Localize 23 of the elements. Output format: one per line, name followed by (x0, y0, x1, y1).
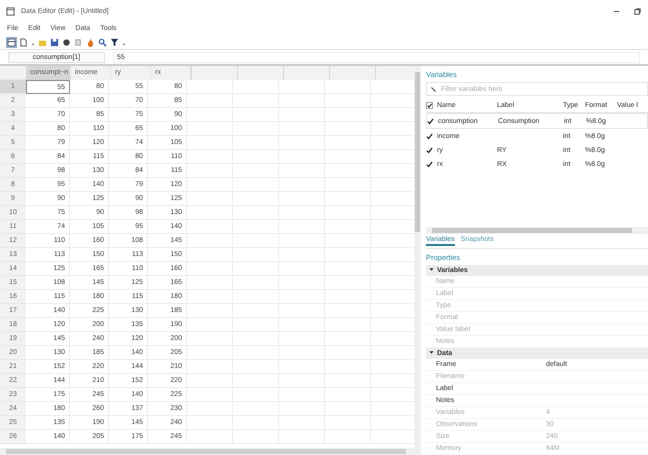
empty-cell[interactable] (233, 80, 279, 94)
checkbox[interactable] (427, 118, 434, 124)
search-icon[interactable] (98, 38, 107, 46)
pen-icon (430, 86, 437, 92)
save-icon[interactable] (50, 38, 59, 46)
expand-arrow-icon[interactable] (429, 267, 434, 272)
checkbox[interactable] (426, 160, 433, 168)
checkbox[interactable] (426, 102, 433, 108)
empty-cell[interactable] (187, 80, 233, 94)
restore-icon[interactable] (633, 6, 642, 16)
checkbox[interactable] (426, 132, 433, 140)
document-icon[interactable] (19, 38, 28, 46)
filter-icon[interactable] (110, 38, 119, 46)
checkbox[interactable] (426, 146, 433, 154)
folder-icon[interactable] (38, 38, 47, 46)
scrollbar-thumb[interactable] (432, 228, 632, 233)
scrollbar-thumb[interactable] (6, 449, 406, 454)
scrollbar-thumb[interactable] (415, 72, 420, 232)
expand-arrow-icon[interactable] (429, 350, 434, 355)
empty-cell[interactable] (325, 80, 371, 94)
window-icon (6, 6, 15, 16)
empty-cell[interactable] (279, 80, 325, 94)
data-editor-icon[interactable] (7, 38, 16, 46)
